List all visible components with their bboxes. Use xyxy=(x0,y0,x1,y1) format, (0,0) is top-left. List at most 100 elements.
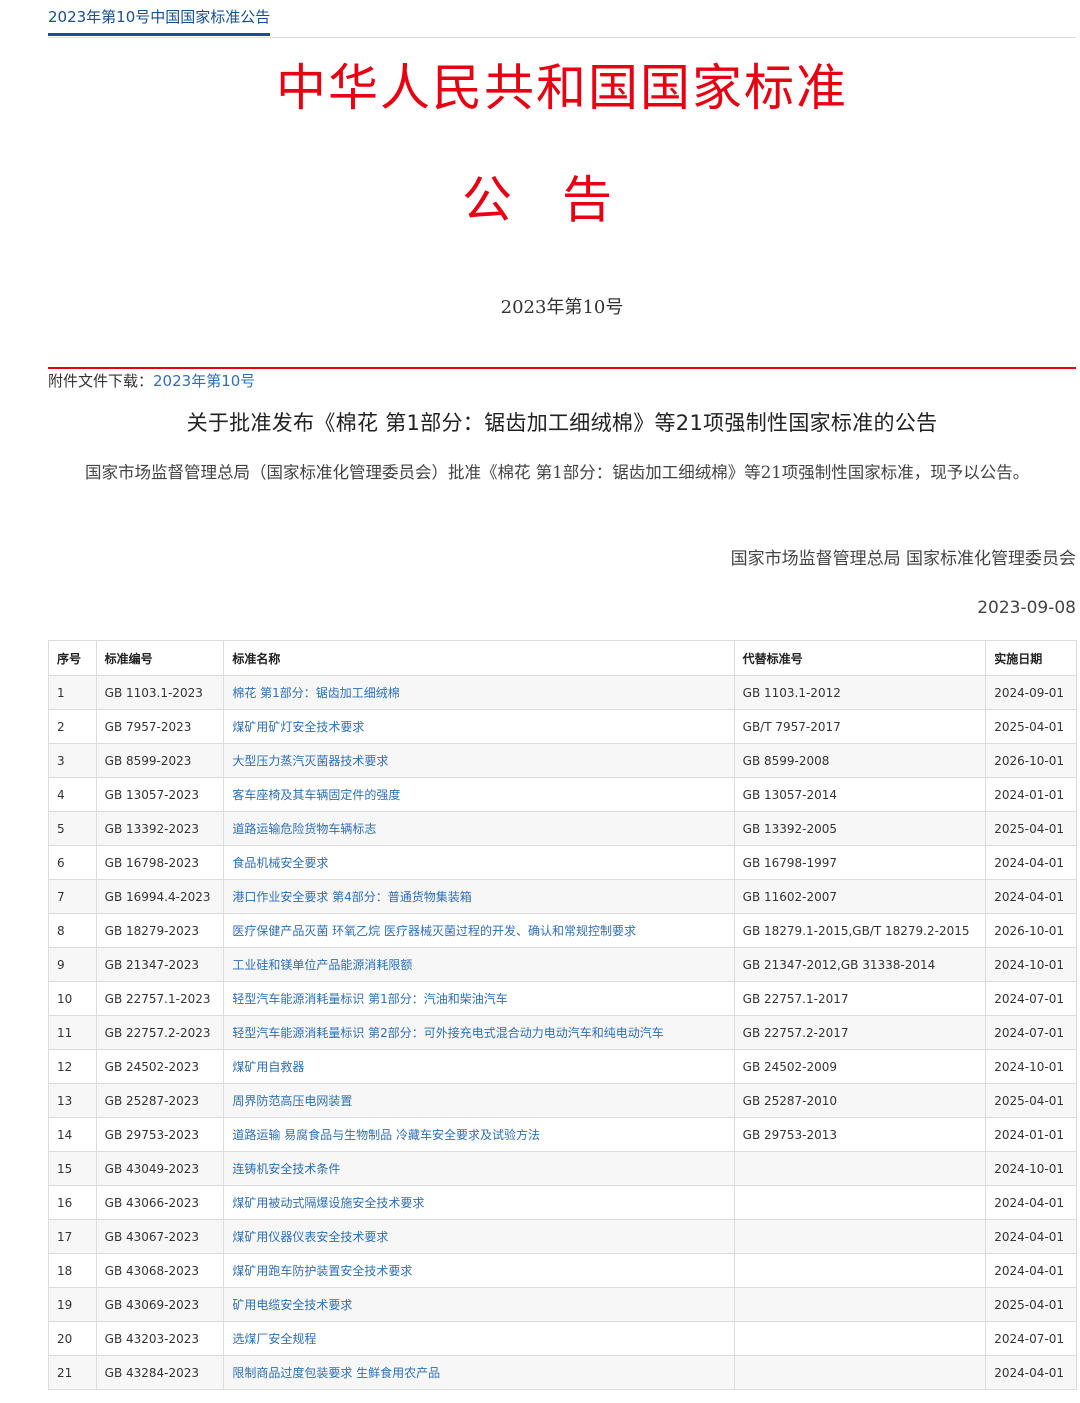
row-effective-date: 2024-04-01 xyxy=(985,1185,1077,1220)
table-row: 7 GB 16994.4-2023 港口作业安全要求 第4部分：普通货物集装箱 GB … xyxy=(48,879,1077,914)
row-seq: 21 xyxy=(48,1355,97,1390)
row-standard-number: GB 43067-2023 xyxy=(95,1219,225,1254)
standard-name-link[interactable]: 食品机械安全要求 xyxy=(223,845,735,880)
row-standard-number: GB 43068-2023 xyxy=(95,1253,225,1288)
standard-name-link[interactable]: 煤矿用仪器仪表安全技术要求 xyxy=(223,1219,735,1254)
row-standard-number: GB 18279-2023 xyxy=(95,913,225,948)
row-replaced-standard: GB/T 7957-2017 xyxy=(733,709,987,744)
row-standard-number: GB 43066-2023 xyxy=(95,1185,225,1220)
row-effective-date: 2024-01-01 xyxy=(985,1117,1077,1152)
table-row: 15 GB 43049-2023 连铸机安全技术条件 2024-10-01 xyxy=(48,1151,1077,1186)
row-effective-date: 2024-10-01 xyxy=(985,947,1077,982)
row-effective-date: 2024-10-01 xyxy=(985,1151,1077,1186)
notice-title: 关于批准发布《棉花 第1部分：锯齿加工细绒棉》等21项强制性国家标准的公告 xyxy=(186,411,938,435)
standard-name-link[interactable]: 工业硅和镁单位产品能源消耗限额 xyxy=(223,947,735,982)
row-effective-date: 2024-04-01 xyxy=(985,1253,1077,1288)
row-replaced-standard xyxy=(733,1321,987,1356)
row-standard-number: GB 43069-2023 xyxy=(95,1287,225,1322)
row-effective-date: 2024-07-01 xyxy=(985,1321,1077,1356)
standard-name-link[interactable]: 港口作业安全要求 第4部分：普通货物集装箱 xyxy=(223,879,735,914)
table-row: 18 GB 43068-2023 煤矿用跑车防护装置安全技术要求 2024-04-01 xyxy=(48,1253,1077,1288)
standard-name-link[interactable]: 煤矿用跑车防护装置安全技术要求 xyxy=(223,1253,735,1288)
table-row: 14 GB 29753-2023 道路运输 易腐食品与生物制品 冷藏车安全要求及试验… xyxy=(48,1117,1077,1152)
table-row: 12 GB 24502-2023 煤矿用自救器 GB 24502-2009 2024-1… xyxy=(48,1049,1077,1084)
row-replaced-standard: GB 13057-2014 xyxy=(733,777,987,812)
table-row: 16 GB 43066-2023 煤矿用被动式隔爆设施安全技术要求 2024-04-0… xyxy=(48,1185,1077,1220)
row-standard-number: GB 43049-2023 xyxy=(95,1151,225,1186)
standard-name-link[interactable]: 道路运输 易腐食品与生物制品 冷藏车安全要求及试验方法 xyxy=(223,1117,735,1152)
table-body: 1 GB 1103.1-2023 棉花 第1部分：锯齿加工细绒棉 GB 1103.1-… xyxy=(48,675,1077,1390)
row-standard-number: GB 1103.1-2023 xyxy=(95,675,225,710)
standard-name-link[interactable]: 选煤厂安全规程 xyxy=(223,1321,735,1356)
row-effective-date: 2024-04-01 xyxy=(985,879,1077,914)
red-divider xyxy=(48,367,1076,369)
row-replaced-standard: GB 22757.1-2017 xyxy=(733,981,987,1016)
row-effective-date: 2024-04-01 xyxy=(985,1355,1077,1390)
row-seq: 20 xyxy=(48,1321,97,1356)
row-seq: 4 xyxy=(48,777,97,812)
row-replaced-standard: GB 22757.2-2017 xyxy=(733,1015,987,1050)
row-seq: 9 xyxy=(48,947,97,982)
standard-name-link[interactable]: 轻型汽车能源消耗量标识 第2部分：可外接充电式混合动力电动汽车和纯电动汽车 xyxy=(223,1015,735,1050)
table-row: 9 GB 21347-2023 工业硅和镁单位产品能源消耗限额 GB 21347-20… xyxy=(48,947,1077,982)
standard-name-link[interactable]: 道路运输危险货物车辆标志 xyxy=(223,811,735,846)
row-seq: 8 xyxy=(48,913,97,948)
row-seq: 7 xyxy=(48,879,97,914)
standard-name-link[interactable]: 煤矿用自救器 xyxy=(223,1049,735,1084)
table-row: 3 GB 8599-2023 大型压力蒸汽灭菌器技术要求 GB 8599-2008 20… xyxy=(48,743,1077,778)
breadcrumb[interactable]: 2023年第10号中国国家标准公告 xyxy=(48,7,271,36)
row-standard-number: GB 8599-2023 xyxy=(95,743,225,778)
row-effective-date: 2024-01-01 xyxy=(985,777,1077,812)
notice-date: 2023-09-08 xyxy=(977,598,1076,618)
row-replaced-standard: GB 24502-2009 xyxy=(733,1049,987,1084)
table-row: 6 GB 16798-2023 食品机械安全要求 GB 16798-1997 2024-… xyxy=(48,845,1077,880)
attachment-download-link[interactable]: 2023年第10号 xyxy=(153,372,255,390)
row-seq: 3 xyxy=(48,743,97,778)
standard-name-link[interactable]: 医疗保健产品灭菌 环氧乙烷 医疗器械灭菌过程的开发、确认和常规控制要求 xyxy=(223,913,735,948)
table-header-row: 序号 标准编号 标准名称 代替标准号 实施日期 xyxy=(48,640,1077,676)
row-replaced-standard xyxy=(733,1219,987,1254)
row-effective-date: 2025-04-01 xyxy=(985,1083,1077,1118)
row-standard-number: GB 13057-2023 xyxy=(95,777,225,812)
row-effective-date: 2026-10-01 xyxy=(985,743,1077,778)
row-seq: 2 xyxy=(48,709,97,744)
standard-name-link[interactable]: 连铸机安全技术条件 xyxy=(223,1151,735,1186)
standard-name-link[interactable]: 客车座椅及其车辆固定件的强度 xyxy=(223,777,735,812)
standard-name-link[interactable]: 轻型汽车能源消耗量标识 第1部分：汽油和柴油汽车 xyxy=(223,981,735,1016)
row-standard-number: GB 22757.2-2023 xyxy=(95,1015,225,1050)
table-row: 2 GB 7957-2023 煤矿用矿灯安全技术要求 GB/T 7957-2017 20… xyxy=(48,709,1077,744)
standard-name-link[interactable]: 矿用电缆安全技术要求 xyxy=(223,1287,735,1322)
row-effective-date: 2024-09-01 xyxy=(985,675,1077,710)
row-seq: 15 xyxy=(48,1151,97,1186)
notice-body: 国家市场监督管理总局（国家标准化管理委员会）批准《棉花 第1部分：锯齿加工细绒棉… xyxy=(85,463,1030,482)
header-effective-date: 实施日期 xyxy=(985,640,1077,676)
row-effective-date: 2026-10-01 xyxy=(985,913,1077,948)
row-seq: 14 xyxy=(48,1117,97,1152)
row-seq: 1 xyxy=(48,675,97,710)
header-subtitle: 公告 xyxy=(462,171,662,229)
row-replaced-standard: GB 25287-2010 xyxy=(733,1083,987,1118)
standard-name-link[interactable]: 限制商品过度包装要求 生鲜食用农产品 xyxy=(223,1355,735,1390)
row-seq: 10 xyxy=(48,981,97,1016)
standard-name-link[interactable]: 棉花 第1部分：锯齿加工细绒棉 xyxy=(223,675,735,710)
table-row: 5 GB 13392-2023 道路运输危险货物车辆标志 GB 13392-2005 2… xyxy=(48,811,1077,846)
standard-name-link[interactable]: 周界防范高压电网装置 xyxy=(223,1083,735,1118)
row-effective-date: 2025-04-01 xyxy=(985,1287,1077,1322)
row-replaced-standard: GB 13392-2005 xyxy=(733,811,987,846)
row-seq: 19 xyxy=(48,1287,97,1322)
standard-name-link[interactable]: 大型压力蒸汽灭菌器技术要求 xyxy=(223,743,735,778)
table-row: 11 GB 22757.2-2023 轻型汽车能源消耗量标识 第2部分：可外接充电式… xyxy=(48,1015,1077,1050)
row-seq: 17 xyxy=(48,1219,97,1254)
row-replaced-standard: GB 1103.1-2012 xyxy=(733,675,987,710)
row-replaced-standard: GB 11602-2007 xyxy=(733,879,987,914)
table-row: 19 GB 43069-2023 矿用电缆安全技术要求 2025-04-01 xyxy=(48,1287,1077,1322)
row-replaced-standard xyxy=(733,1253,987,1288)
row-seq: 11 xyxy=(48,1015,97,1050)
attachment-label: 附件文件下载： xyxy=(48,372,154,390)
standard-name-link[interactable]: 煤矿用矿灯安全技术要求 xyxy=(223,709,735,744)
row-effective-date: 2025-04-01 xyxy=(985,709,1077,744)
breadcrumb-bar: 2023年第10号中国国家标准公告 xyxy=(48,0,1076,38)
row-standard-number: GB 25287-2023 xyxy=(95,1083,225,1118)
table-row: 1 GB 1103.1-2023 棉花 第1部分：锯齿加工细绒棉 GB 1103.1-… xyxy=(48,675,1077,710)
standard-name-link[interactable]: 煤矿用被动式隔爆设施安全技术要求 xyxy=(223,1185,735,1220)
